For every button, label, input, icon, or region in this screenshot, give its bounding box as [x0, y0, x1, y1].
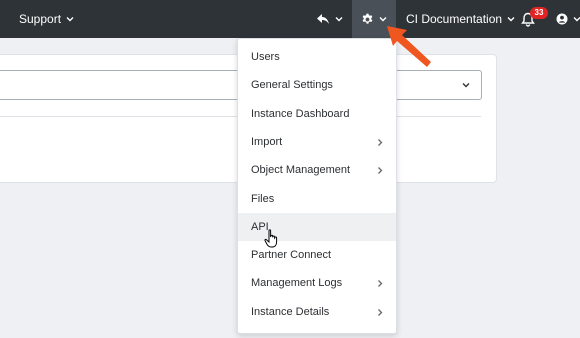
menu-item-label: Instance Dashboard	[251, 107, 350, 120]
chevron-down-icon	[379, 17, 386, 22]
menu-item-label: Partner Connect	[251, 249, 332, 262]
menu-item-label: Files	[251, 192, 275, 205]
chevron-down-icon	[573, 17, 580, 22]
menu-item-object-management[interactable]: Object Management	[238, 156, 396, 184]
chevron-down-icon	[335, 17, 343, 22]
user-circle-icon	[556, 13, 568, 25]
chevron-right-icon	[378, 280, 383, 288]
menu-item-label: General Settings	[251, 79, 333, 92]
chevron-down-icon	[66, 17, 74, 22]
menu-item-management-logs[interactable]: Management Logs	[238, 269, 396, 297]
gear-icon	[362, 13, 372, 24]
menu-item-import[interactable]: Import	[238, 128, 396, 156]
menu-item-users[interactable]: Users	[238, 43, 396, 71]
menu-item-partner-connect[interactable]: Partner Connect	[238, 241, 396, 269]
user-account-menu[interactable]	[556, 0, 580, 38]
chevron-right-icon	[378, 138, 383, 146]
notification-count-badge: 33	[530, 7, 548, 19]
menu-item-label: Import	[251, 135, 283, 148]
menu-item-label: Object Management	[251, 164, 351, 177]
menu-item-api[interactable]: API	[238, 212, 396, 241]
menu-item-label: Users	[251, 51, 280, 63]
admin-settings-dropdown: Users General Settings Instance Dashboard I…	[237, 38, 397, 334]
chevron-right-icon	[378, 308, 383, 316]
top-navigation-bar: Support CI Documentation 33	[0, 0, 580, 38]
menu-item-files[interactable]: Files	[238, 185, 396, 213]
support-label: Support	[19, 12, 62, 26]
menu-item-label: Instance Details	[251, 305, 330, 318]
reply-icon	[317, 14, 329, 24]
chevron-down-icon	[462, 83, 470, 88]
recent-actions-menu[interactable]	[316, 0, 344, 38]
support-menu[interactable]: Support	[19, 0, 75, 38]
arrow-annotation	[387, 26, 431, 67]
chevron-down-icon	[507, 17, 515, 22]
hand-pointer-cursor	[264, 229, 278, 248]
menu-item-instance-details[interactable]: Instance Details	[238, 298, 396, 326]
menu-item-instance-dashboard[interactable]: Instance Dashboard	[238, 100, 396, 128]
notifications-button[interactable]	[521, 0, 535, 38]
chevron-right-icon	[378, 167, 383, 175]
menu-item-general-settings[interactable]: General Settings	[238, 71, 396, 99]
menu-item-label: Management Logs	[251, 277, 343, 290]
